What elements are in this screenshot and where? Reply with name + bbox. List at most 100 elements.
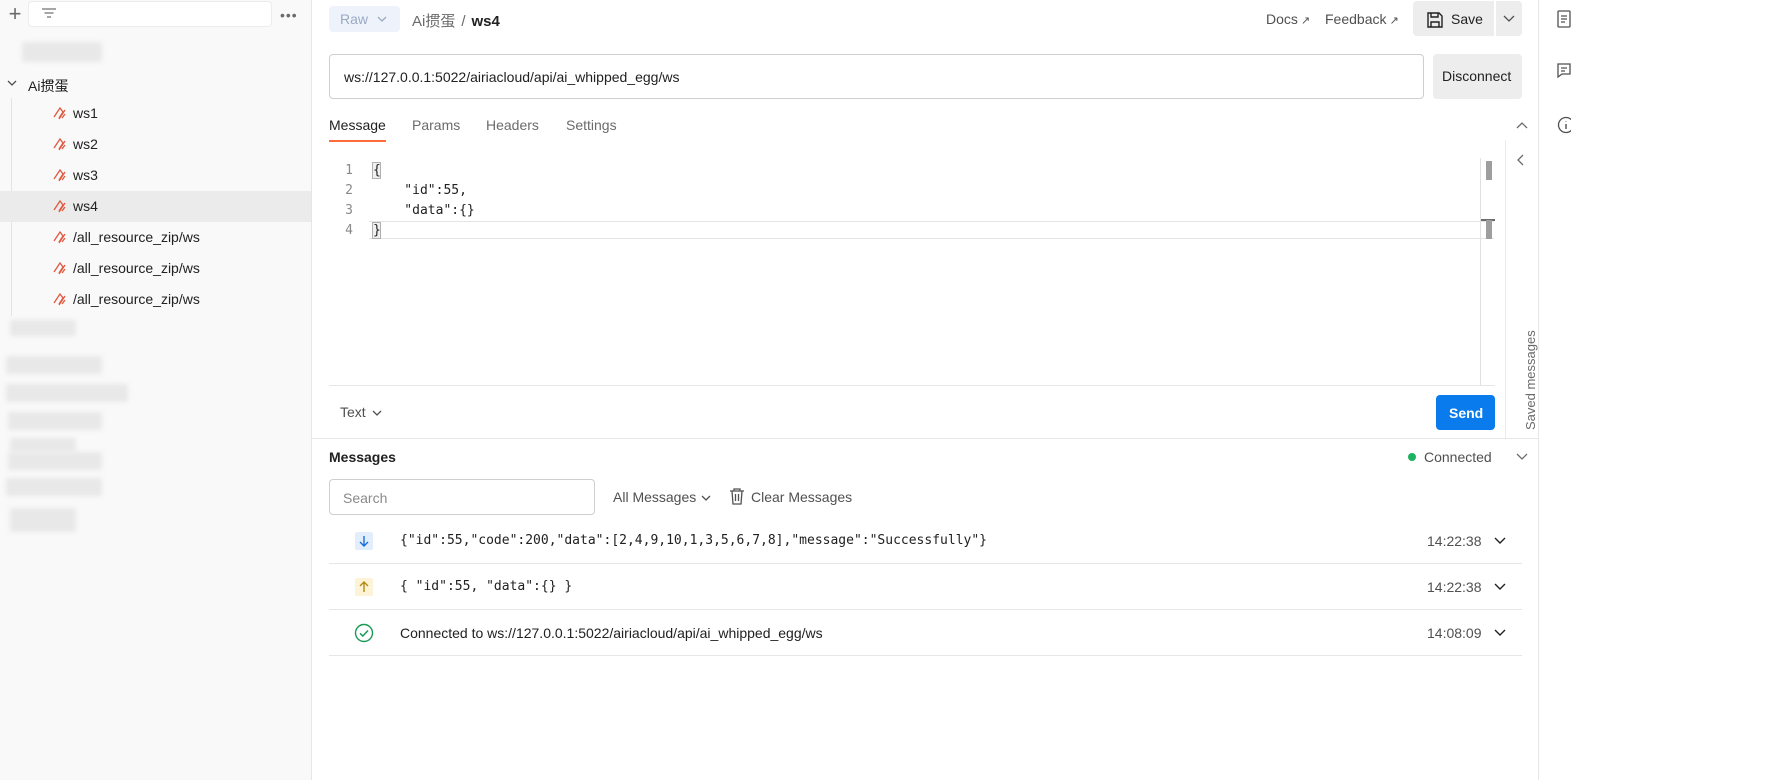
save-button-label: Save: [1451, 11, 1483, 27]
filter-icon: [42, 8, 56, 18]
check-circle-icon: [354, 623, 374, 643]
docs-link[interactable]: Docs ↗: [1266, 11, 1310, 27]
redacted-item: [10, 508, 76, 532]
sidebar-item-ws4[interactable]: ws4: [0, 191, 311, 222]
messages-filter-select[interactable]: All Messages: [613, 489, 711, 505]
message-format-select[interactable]: Text: [340, 404, 382, 420]
new-button[interactable]: +: [4, 3, 26, 26]
message-timestamp: 14:22:38: [1427, 579, 1482, 595]
message-format-label: Text: [340, 404, 366, 420]
collection-folder-label: Ai掼蛋: [28, 78, 69, 94]
chevron-down-icon[interactable]: [1516, 453, 1528, 461]
websocket-request-icon: [53, 261, 66, 275]
messages-divider: [312, 438, 1538, 439]
tab-headers[interactable]: Headers: [486, 117, 539, 133]
sidebar-item-ws3[interactable]: ws3: [0, 160, 311, 191]
websocket-request-icon: [53, 137, 66, 151]
websocket-request-icon: [53, 292, 66, 306]
breadcrumb-current[interactable]: ws4: [472, 13, 500, 30]
websocket-request-icon: [53, 230, 66, 244]
mode-label: Raw: [340, 11, 369, 27]
sidebar-item-ws1[interactable]: ws1: [0, 98, 311, 129]
chevron-up-icon[interactable]: [1516, 121, 1528, 129]
sidebar-filter-input[interactable]: [28, 1, 272, 27]
arrow-down-icon: [355, 532, 373, 550]
redacted-item: [10, 320, 76, 336]
code-line: }: [373, 223, 381, 238]
tab-params[interactable]: Params: [412, 117, 460, 133]
redacted-item: [6, 384, 128, 402]
messages-search-input[interactable]: Search: [329, 479, 595, 515]
scrollbar-thumb[interactable]: [1486, 220, 1492, 239]
saved-messages-toggle[interactable]: Saved messages: [1523, 330, 1538, 430]
current-line-highlight: [369, 221, 1494, 239]
messages-title: Messages: [329, 449, 396, 465]
messages-filter-label: All Messages: [613, 489, 697, 505]
message-row[interactable]: {"id":55,"code":200,"data":[2,4,9,10,1,3…: [329, 518, 1522, 564]
sidebar-item-label: ws2: [73, 136, 98, 152]
line-number: 4: [345, 223, 353, 238]
message-editor[interactable]: 1 2 3 4 { "id":55, "data":{} }: [329, 158, 1495, 386]
chevron-down-icon: [372, 410, 382, 417]
docs-link-label: Docs: [1266, 11, 1298, 27]
tab-settings[interactable]: Settings: [566, 117, 617, 133]
redacted-item: [8, 412, 102, 430]
breadcrumb: Ai掼蛋 / ws4: [412, 10, 500, 31]
code-line: "data":{}: [373, 203, 475, 218]
editor-divider: [329, 385, 1495, 386]
save-options-button[interactable]: [1496, 1, 1522, 36]
sidebar-item-label: /all_resource_zip/ws: [73, 291, 200, 307]
chevron-left-icon[interactable]: [1517, 154, 1525, 166]
connection-status-label: Connected: [1424, 449, 1492, 465]
chevron-down-icon: [1503, 15, 1515, 22]
editor-scrollbar[interactable]: [1480, 158, 1481, 386]
external-link-icon: ↗: [1300, 15, 1311, 27]
mode-select[interactable]: Raw: [329, 6, 400, 32]
chevron-down-icon: [701, 495, 711, 502]
websocket-request-icon: [53, 168, 66, 182]
tab-message[interactable]: Message: [329, 117, 386, 133]
right-rail: [1538, 0, 1571, 780]
sidebar-item-all-resource-zip-2[interactable]: /all_resource_zip/ws: [0, 253, 311, 284]
message-content: {"id":55,"code":200,"data":[2,4,9,10,1,3…: [400, 533, 987, 548]
url-input[interactable]: ws://127.0.0.1:5022/airiacloud/api/ai_wh…: [329, 54, 1424, 99]
message-row[interactable]: Connected to ws://127.0.0.1:5022/airiacl…: [329, 610, 1522, 656]
sidebar-item-label: ws1: [73, 105, 98, 121]
more-options-icon[interactable]: •••: [280, 7, 298, 23]
info-icon[interactable]: [1557, 116, 1571, 134]
trash-icon: [730, 488, 744, 505]
documentation-icon[interactable]: [1557, 10, 1571, 28]
redacted-item: [6, 478, 102, 496]
redacted-item: [8, 452, 102, 470]
collection-folder[interactable]: Ai掼蛋: [0, 72, 311, 96]
feedback-link-label: Feedback: [1325, 11, 1387, 27]
disconnect-button[interactable]: Disconnect: [1433, 54, 1522, 99]
disconnect-button-label: Disconnect: [1442, 68, 1512, 84]
chevron-down-icon[interactable]: [1494, 583, 1506, 591]
sidebar-item-all-resource-zip-3[interactable]: /all_resource_zip/ws: [0, 284, 311, 315]
clear-messages-button[interactable]: Clear Messages: [729, 487, 852, 505]
chevron-down-icon[interactable]: [1494, 629, 1506, 637]
send-button[interactable]: Send: [1436, 395, 1495, 430]
feedback-link[interactable]: Feedback ↗: [1325, 11, 1399, 27]
message-content: { "id":55, "data":{} }: [400, 579, 573, 594]
scrollbar-thumb[interactable]: [1486, 161, 1492, 180]
message-row[interactable]: { "id":55, "data":{} } 14:22:38: [329, 564, 1522, 610]
chevron-down-icon[interactable]: [1494, 537, 1506, 545]
websocket-request-icon: [53, 106, 66, 120]
save-button[interactable]: Save: [1413, 1, 1494, 36]
sidebar-item-all-resource-zip-1[interactable]: /all_resource_zip/ws: [0, 222, 311, 253]
comments-icon[interactable]: [1557, 62, 1571, 80]
sidebar-item-ws2[interactable]: ws2: [0, 129, 311, 160]
active-tab-indicator: [329, 140, 386, 142]
redacted-item: [10, 438, 76, 452]
sidebar-item-label: /all_resource_zip/ws: [73, 260, 200, 276]
breadcrumb-parent[interactable]: Ai掼蛋: [412, 13, 455, 30]
line-number: 3: [345, 203, 353, 218]
send-button-label: Send: [1449, 405, 1484, 421]
sidebar-toolbar: + •••: [0, 0, 312, 30]
line-number: 2: [345, 183, 353, 198]
search-placeholder: Search: [343, 490, 388, 506]
sidebar: + ••• Ai掼蛋 ws1 ws2 ws3 ws4 /all_resource…: [0, 0, 312, 780]
websocket-request-icon: [53, 199, 66, 213]
